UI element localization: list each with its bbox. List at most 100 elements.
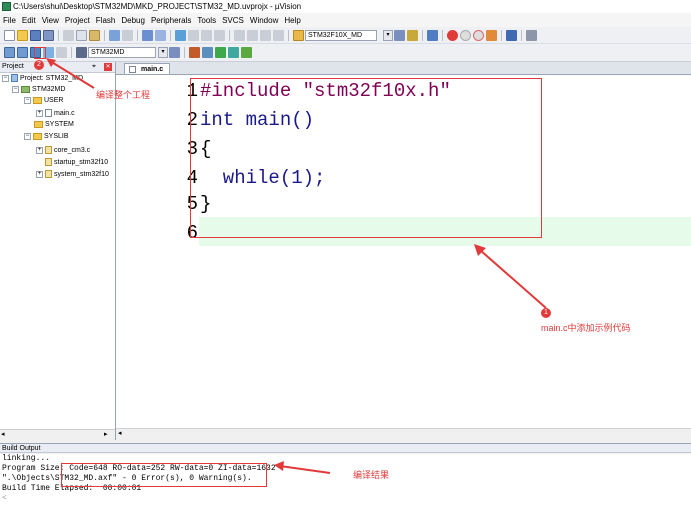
build-all-annotation: 编译整个工程	[96, 90, 151, 100]
config-icon[interactable]	[486, 29, 497, 41]
app-icon	[2, 2, 11, 11]
target-options-icon[interactable]	[169, 47, 180, 58]
tab-main-c[interactable]: main.c	[124, 63, 171, 74]
device-combo-value: STM32F10X_MD	[308, 31, 363, 39]
tree-item-startup[interactable]: startup_stm32f10	[45, 158, 108, 166]
select-pack-icon[interactable]	[228, 47, 239, 58]
scroll-right-icon[interactable]: ▸	[104, 430, 108, 438]
toolbar-separator	[58, 29, 59, 41]
editor-hscroll[interactable]: ◂	[116, 428, 691, 439]
result-annotation: 编译结果	[353, 470, 390, 480]
tree-item-user[interactable]: − USER	[24, 97, 63, 104]
menu-svcs[interactable]: SVCS	[219, 16, 247, 25]
toolbar-separator	[422, 29, 423, 41]
menu-project[interactable]: Project	[62, 16, 93, 25]
pack-installer-icon[interactable]	[215, 47, 226, 58]
manage-project-icon[interactable]	[189, 47, 200, 58]
start-debug-icon[interactable]	[447, 29, 458, 41]
scroll-left-icon[interactable]: ◂	[118, 429, 122, 437]
toolbar-separator	[229, 29, 230, 41]
title-bar: C:\Users\shui\Desktop\STM32MD\MKD_PROJEC…	[0, 0, 691, 13]
toolbar-separator	[104, 29, 105, 41]
tree-item-syslib[interactable]: − SYSLIB	[24, 133, 69, 140]
tree-item-system[interactable]: SYSTEM	[34, 121, 74, 128]
close-icon[interactable]: ✕	[104, 63, 112, 71]
save-all-icon[interactable]	[43, 29, 54, 41]
build-output-header: Build Output	[0, 443, 691, 453]
arrow-to-code	[474, 244, 547, 309]
uncomment-icon[interactable]	[273, 29, 284, 41]
save-icon[interactable]	[30, 29, 41, 41]
file-icon	[45, 146, 52, 154]
badge-2: 2	[34, 60, 44, 70]
target-combo[interactable]: STM32MD	[88, 47, 156, 58]
bookmark-clear-icon[interactable]	[214, 29, 225, 41]
collapse-icon[interactable]: −	[24, 133, 31, 140]
expand-icon[interactable]: +	[36, 146, 43, 154]
find-in-files-icon[interactable]	[394, 29, 405, 41]
target-combo-value: STM32MD	[91, 49, 125, 56]
tree-item-main-c[interactable]: + main.c	[36, 109, 75, 117]
main-toolbar: STM32F10X_MD ▾	[0, 27, 691, 44]
cut-icon[interactable]	[63, 29, 74, 41]
project-panel: Project ⌖ ✕ − Project: STM32_MD − STM32MD …	[0, 62, 116, 440]
undo-icon[interactable]	[109, 29, 120, 41]
breakpoint-icon[interactable]	[460, 29, 471, 41]
menu-flash[interactable]: Flash	[93, 16, 119, 25]
target-combo-dropdown[interactable]: ▾	[158, 47, 168, 58]
collapse-icon[interactable]: −	[24, 97, 31, 104]
menu-window[interactable]: Window	[247, 16, 281, 25]
wrench-icon[interactable]	[526, 29, 537, 41]
menu-help[interactable]: Help	[281, 16, 303, 25]
device-combo-dropdown[interactable]: ▾	[383, 29, 393, 41]
tab-label: main.c	[141, 66, 164, 73]
scroll-left-icon[interactable]: <	[0, 494, 691, 504]
menu-file[interactable]: File	[0, 16, 19, 25]
bookmark-prev-icon[interactable]	[188, 29, 199, 41]
menu-edit[interactable]: Edit	[19, 16, 39, 25]
target-icon	[21, 86, 30, 93]
scroll-left-icon[interactable]: ◂	[1, 430, 5, 438]
menu-debug[interactable]: Debug	[118, 16, 148, 25]
compile-icon[interactable]	[4, 47, 15, 58]
expand-icon[interactable]: +	[36, 170, 43, 178]
window-layout-icon[interactable]	[506, 29, 517, 41]
file-icon	[45, 170, 52, 178]
menu-view[interactable]: View	[39, 16, 62, 25]
collapse-icon[interactable]: −	[2, 74, 9, 82]
nav-back-icon[interactable]	[142, 29, 153, 41]
project-file-icon[interactable]	[293, 29, 304, 41]
chevron-down-icon: ▾	[158, 48, 167, 57]
project-hscroll[interactable]: ◂ ▸	[0, 429, 115, 440]
menu-peripherals[interactable]: Peripherals	[148, 16, 194, 25]
redo-icon[interactable]	[122, 29, 133, 41]
incremental-find-icon[interactable]	[407, 29, 418, 41]
new-file-icon[interactable]	[4, 29, 15, 41]
tree-label: main.c	[54, 109, 75, 117]
open-folder-icon[interactable]	[17, 29, 28, 41]
manage-rte-icon[interactable]	[241, 47, 252, 58]
paste-icon[interactable]	[89, 29, 100, 41]
folder-icon	[33, 97, 42, 104]
collapse-icon[interactable]: −	[12, 86, 19, 93]
build-icon[interactable]	[17, 47, 28, 58]
tree-item-core-cm3[interactable]: + core_cm3.c	[36, 146, 90, 154]
indent-icon[interactable]	[234, 29, 245, 41]
code-annotation: main.c中添加示例代码	[541, 323, 631, 333]
kill-breakpoints-icon[interactable]	[473, 29, 484, 41]
bookmark-next-icon[interactable]	[201, 29, 212, 41]
build-result-highlight	[61, 463, 267, 487]
comment-icon[interactable]	[260, 29, 271, 41]
device-combo[interactable]: STM32F10X_MD	[305, 29, 377, 41]
file-extensions-icon[interactable]	[202, 47, 213, 58]
tree-item-system-stm32[interactable]: + system_stm32f10	[36, 170, 109, 178]
copy-icon[interactable]	[76, 29, 87, 41]
search-icon[interactable]	[427, 29, 438, 41]
arrow-to-result	[274, 461, 331, 474]
unindent-icon[interactable]	[247, 29, 258, 41]
nav-forward-icon[interactable]	[155, 29, 166, 41]
tree-label: USER	[44, 97, 64, 104]
bookmark-icon[interactable]	[175, 29, 186, 41]
menu-tools[interactable]: Tools	[194, 16, 219, 25]
expand-icon[interactable]: +	[36, 109, 43, 117]
